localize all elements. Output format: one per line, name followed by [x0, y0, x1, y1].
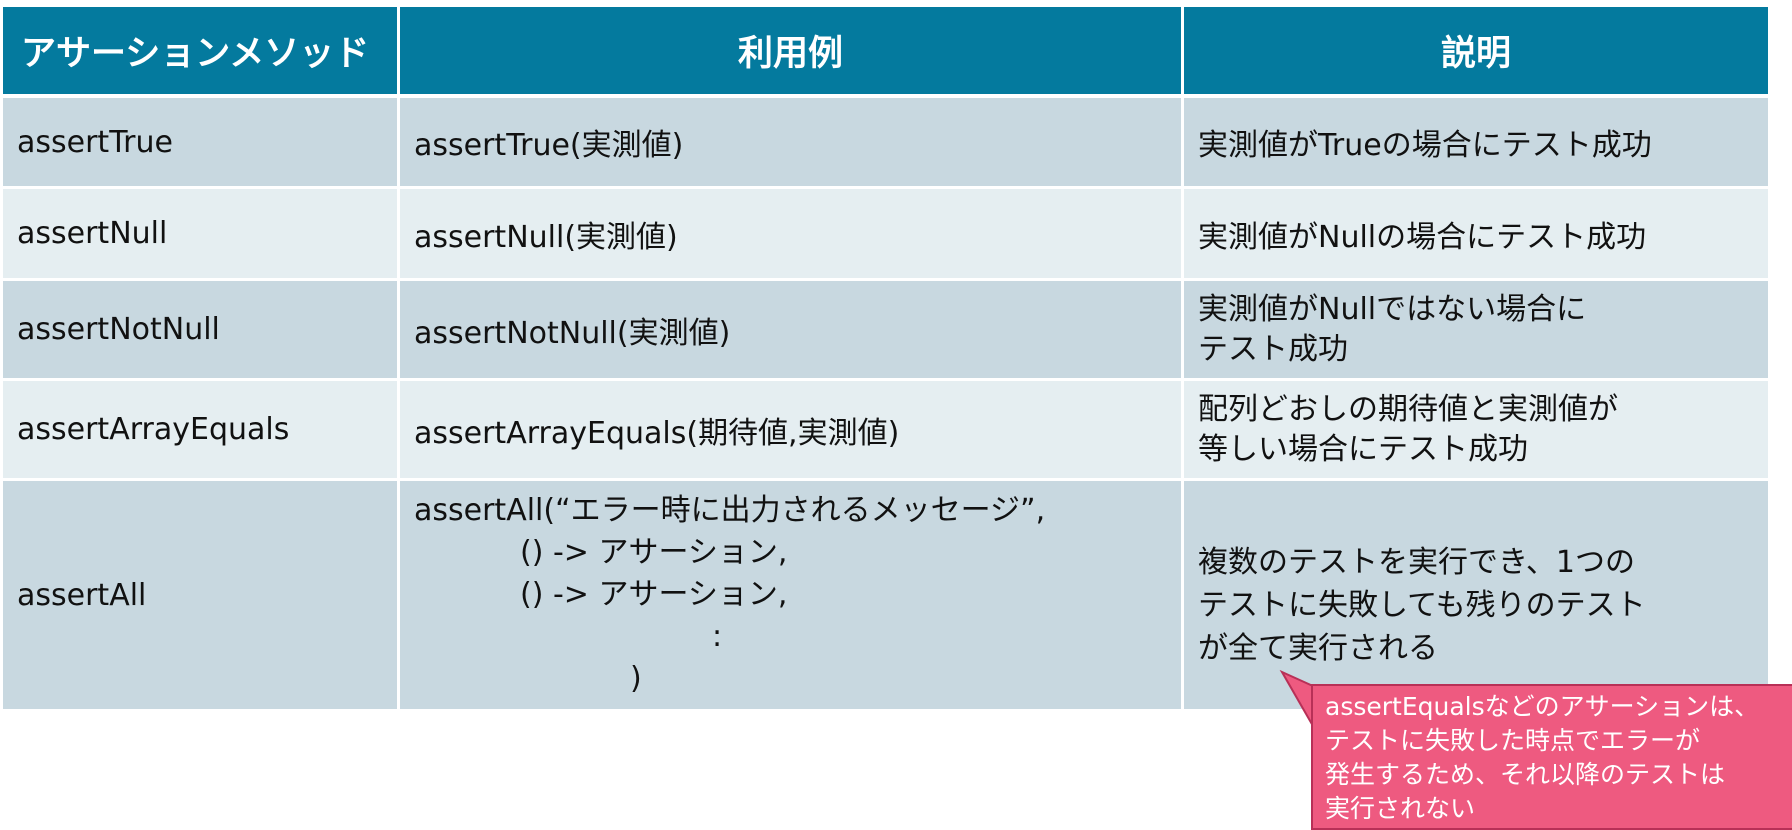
example-line: : — [712, 619, 723, 654]
example-cell: assertTrue(実測値) — [400, 98, 1184, 186]
table-row: assertArrayEquals assertArrayEquals(期待値,… — [3, 381, 1768, 481]
example-cell: assertAll(“エラー時に出力されるメッセージ”, () -> アサーショ… — [400, 481, 1184, 709]
description-line: 複数のテストを実行でき、1つの — [1198, 545, 1635, 580]
method-cell: assertNull — [3, 189, 400, 278]
header-description: 説明 — [1440, 34, 1511, 74]
description-cell: 複数のテストを実行でき、1つの テストに失敗しても残りのテスト が全て実行される — [1184, 481, 1768, 709]
description-line: 等しい場合にテスト成功 — [1198, 431, 1528, 467]
table-row: assertNull assertNull(実測値) 実測値がNullの場合にテ… — [3, 189, 1768, 281]
table-row: assertAll assertAll(“エラー時に出力されるメッセージ”, (… — [3, 481, 1768, 709]
method-cell: assertArrayEquals — [3, 381, 400, 478]
description-line: 実測値がNullではない場合に — [1198, 291, 1587, 327]
example-line: ) — [630, 661, 642, 696]
description-cell: 実測値がTrueの場合にテスト成功 — [1198, 128, 1652, 163]
method-cell: assertNotNull — [3, 281, 400, 378]
description-line: テストに失敗しても残りのテスト — [1198, 588, 1646, 623]
example-cell: assertArrayEquals(期待値,実測値) — [400, 381, 1184, 478]
example-cell: assertNull(実測値) — [400, 189, 1184, 278]
method-cell: assertAll — [3, 481, 400, 709]
header-example: 利用例 — [400, 7, 1184, 94]
table-row: assertNotNull assertNotNull(実測値) 実測値がNul… — [3, 281, 1768, 381]
example-line: () -> アサーション, — [520, 577, 788, 612]
description-line: が全て実行される — [1198, 631, 1438, 666]
note-callout: assertEqualsなどのアサーションは、 テストに失敗した時点でエラーが … — [1311, 684, 1792, 830]
table-row: assertTrue assertTrue(実測値) 実測値がTrueの場合にテ… — [3, 98, 1768, 189]
callout-line: assertEqualsなどのアサーションは、 — [1325, 692, 1760, 721]
example-cell: assertNotNull(実測値) — [400, 281, 1184, 378]
example-line: assertAll(“エラー時に出力されるメッセージ”, — [414, 493, 1046, 528]
header-method: アサーションメソッド — [3, 7, 400, 94]
method-cell: assertTrue — [3, 98, 400, 186]
description-line: 配列どおしの期待値と実測値が — [1198, 391, 1618, 427]
description-cell: 実測値がNullではない場合に テスト成功 — [1184, 281, 1768, 378]
callout-line: テストに失敗した時点でエラーが — [1325, 726, 1701, 755]
table-header-row: アサーションメソッド 利用例 説明 — [3, 7, 1768, 98]
description-cell: 実測値がNullの場合にテスト成功 — [1198, 219, 1647, 255]
example-line: () -> アサーション, — [520, 535, 788, 570]
assertion-table: アサーションメソッド 利用例 説明 assertTrue assertTrue(… — [3, 7, 1768, 709]
description-cell: 配列どおしの期待値と実測値が 等しい場合にテスト成功 — [1184, 381, 1768, 478]
callout-line: 発生するため、それ以降のテストは — [1325, 760, 1726, 789]
callout-line: 実行されない — [1325, 794, 1476, 823]
description-line: テスト成功 — [1198, 331, 1348, 367]
